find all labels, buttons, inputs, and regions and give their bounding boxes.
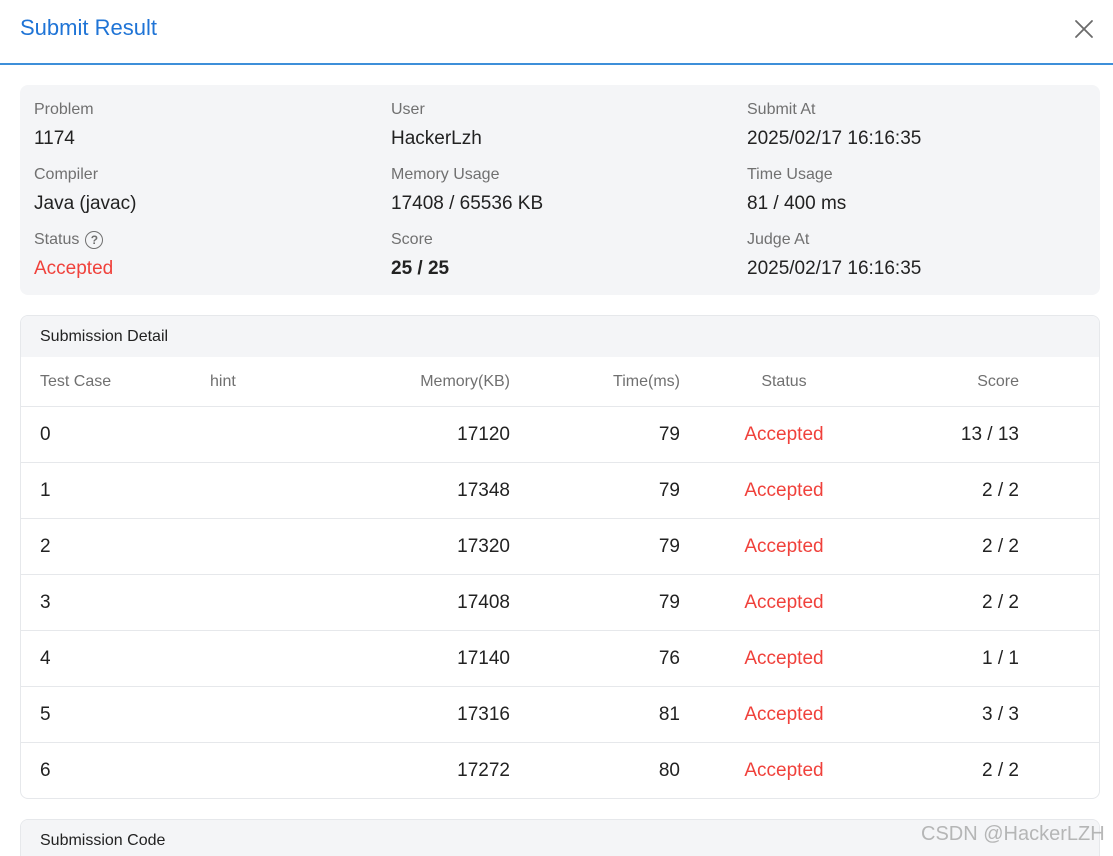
table-row: 2 17320 79 Accepted 2 / 2 — [21, 519, 1099, 575]
score-cell: 13 / 13 — [960, 423, 1019, 445]
score-cell: 2 / 2 — [982, 479, 1019, 501]
column-header-memory: Memory(KB) — [420, 372, 510, 390]
memory-cell: 17408 — [457, 591, 510, 613]
score-cell: 1 / 1 — [982, 647, 1019, 669]
time-cell: 79 — [658, 479, 680, 501]
time-cell: 79 — [658, 423, 680, 445]
table-row: 3 17408 79 Accepted 2 / 2 — [21, 575, 1099, 631]
test-case-cell: 5 — [40, 703, 51, 725]
time-usage-field: Time Usage 81 / 400 ms — [747, 164, 846, 215]
score-cell: 2 / 2 — [982, 760, 1019, 781]
time-cell: 79 — [658, 535, 680, 557]
dialog-title: Submit Result — [20, 15, 157, 40]
score-field: Score 25 / 25 — [391, 229, 449, 280]
column-header-test-case: Test Case — [40, 372, 112, 390]
memory-usage-label: Memory Usage — [391, 166, 500, 183]
score-value: 25 / 25 — [391, 258, 450, 279]
test-case-cell: 0 — [40, 423, 51, 445]
score-cell: 2 / 2 — [982, 591, 1019, 613]
score-cell: 3 / 3 — [982, 703, 1019, 725]
submission-info-panel: Problem 1174 User HackerLzh Submit At 20… — [20, 85, 1100, 295]
table-row: 1 17348 79 Accepted 2 / 2 — [21, 463, 1099, 519]
time-cell: 81 — [658, 703, 680, 725]
compiler-value: Java (javac) — [34, 193, 137, 214]
column-header-score: Score — [977, 372, 1019, 390]
time-usage-label: Time Usage — [747, 166, 833, 183]
column-header-hint: hint — [210, 372, 236, 390]
user-label: User — [391, 101, 425, 118]
status-value: Accepted — [34, 258, 114, 279]
status-field: Status ? Accepted — [34, 229, 113, 280]
compiler-label: Compiler — [34, 166, 99, 183]
time-cell: 76 — [658, 647, 680, 669]
memory-usage-field: Memory Usage 17408 / 65536 KB — [391, 164, 543, 215]
user-field: User HackerLzh — [391, 99, 482, 150]
status-cell: Accepted — [744, 423, 824, 445]
time-cell: 80 — [658, 760, 680, 781]
problem-label: Problem — [34, 101, 94, 118]
table-row: 5 17316 81 Accepted 3 / 3 — [21, 687, 1099, 743]
status-cell: Accepted — [744, 479, 824, 501]
submission-detail-title: Submission Detail — [21, 316, 1099, 357]
submit-at-field: Submit At 2025/02/17 16:16:35 — [747, 99, 921, 150]
submit-at-value: 2025/02/17 16:16:35 — [747, 128, 922, 149]
dialog-header: Submit Result — [0, 0, 1113, 65]
column-header-status: Status — [761, 372, 807, 390]
memory-cell: 17320 — [457, 535, 510, 557]
time-usage-value: 81 / 400 ms — [747, 193, 847, 214]
test-case-cell: 2 — [40, 535, 51, 557]
status-cell: Accepted — [744, 535, 824, 557]
memory-usage-value: 17408 / 65536 KB — [391, 193, 544, 214]
user-value: HackerLzh — [391, 128, 482, 149]
test-case-cell: 4 — [40, 647, 51, 669]
column-header-time: Time(ms) — [613, 372, 680, 390]
memory-cell: 17120 — [457, 423, 510, 445]
close-icon[interactable] — [1072, 17, 1096, 41]
status-label: Status — [34, 231, 80, 248]
test-case-cell: 6 — [40, 760, 51, 781]
score-label: Score — [391, 231, 433, 248]
judge-at-value: 2025/02/17 16:16:35 — [747, 258, 922, 279]
status-cell: Accepted — [744, 591, 824, 613]
table-row: 6 17272 80 Accepted 2 / 2 — [21, 743, 1099, 798]
score-cell: 2 / 2 — [982, 535, 1019, 557]
status-cell: Accepted — [744, 703, 824, 725]
time-cell: 79 — [658, 591, 680, 613]
memory-cell: 17140 — [457, 647, 510, 669]
problem-field: Problem 1174 — [34, 99, 94, 150]
table-row: 0 17120 79 Accepted 13 / 13 — [21, 407, 1099, 463]
test-case-cell: 3 — [40, 591, 51, 613]
compiler-field: Compiler Java (javac) — [34, 164, 136, 215]
judge-at-label: Judge At — [747, 231, 810, 248]
watermark: CSDN @HackerLZH — [921, 823, 1105, 845]
problem-value: 1174 — [34, 128, 75, 149]
judge-at-field: Judge At 2025/02/17 16:16:35 — [747, 229, 921, 280]
table-header: Test Case hint Memory(KB) Time(ms) Statu… — [21, 357, 1099, 407]
table-row: 4 17140 76 Accepted 1 / 1 — [21, 631, 1099, 687]
status-cell: Accepted — [744, 760, 824, 781]
question-circle-icon[interactable]: ? — [85, 231, 104, 249]
submission-detail-card: Submission Detail Test Case hint Memory(… — [20, 315, 1100, 799]
test-case-cell: 1 — [40, 479, 51, 501]
memory-cell: 17272 — [457, 760, 510, 781]
memory-cell: 17348 — [457, 479, 510, 501]
status-cell: Accepted — [744, 647, 824, 669]
submit-at-label: Submit At — [747, 101, 816, 118]
memory-cell: 17316 — [457, 703, 510, 725]
